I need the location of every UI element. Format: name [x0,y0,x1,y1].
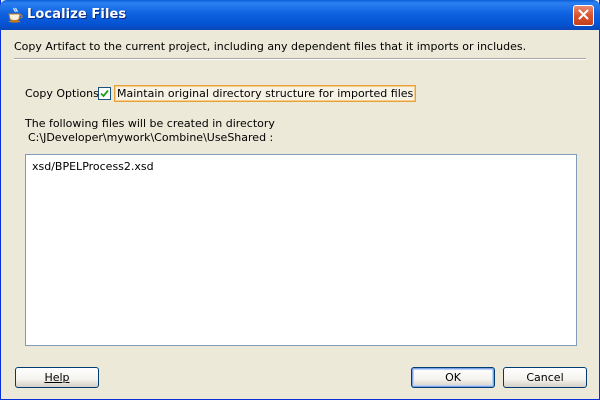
maintain-structure-checkbox[interactable] [98,86,111,100]
help-button-label: Help [44,371,70,384]
ok-button-label: OK [445,371,461,384]
list-item[interactable]: xsd/BPELProcess2.xsd [32,160,154,173]
cancel-button[interactable]: Cancel [503,367,587,388]
help-button[interactable]: Help [15,367,99,388]
close-button[interactable] [573,5,594,26]
header-area: Copy Artifact to the current project, in… [1,30,599,60]
ok-button[interactable]: OK [411,367,495,388]
info-text: The following files will be created in d… [25,117,275,130]
close-icon [578,9,589,23]
cancel-button-label: Cancel [526,371,564,384]
file-list[interactable]: xsd/BPELProcess2.xsd [25,154,577,346]
checkmark-icon [100,89,109,97]
coffee-cup-icon [7,7,23,23]
title-bar[interactable]: Localize Files [0,0,600,30]
window-title: Localize Files [27,7,127,22]
target-directory: C:\JDeveloper\mywork\Combine\UseShared : [28,131,274,144]
dialog-description: Copy Artifact to the current project, in… [14,40,527,53]
localize-files-dialog: Localize Files Copy Artifact to the curr… [0,0,600,400]
header-separator [14,58,586,60]
maintain-structure-option[interactable]: Maintain original directory structure fo… [98,84,417,102]
maintain-structure-label[interactable]: Maintain original directory structure fo… [117,87,413,100]
copy-options-label: Copy Options: [25,87,103,100]
checkbox-focus-box[interactable]: Maintain original directory structure fo… [114,84,417,102]
